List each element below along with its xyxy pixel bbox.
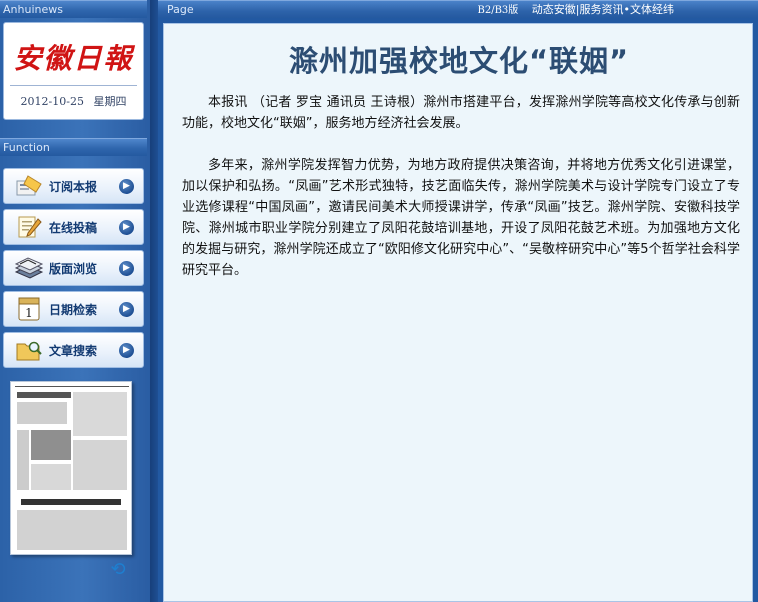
function-menu: 订阅本报 ▶ 在线投稿 ▶ 版面浏览 ▶ 1 日期检索 ▶ 文章搜索 ▶ <box>3 156 144 376</box>
arrow-right-icon: ▶ <box>119 301 134 317</box>
left-header-label: Anhuinews <box>3 3 63 16</box>
func-item-subscribe[interactable]: 订阅本报 ▶ <box>3 168 144 204</box>
issue-date: 2012-10-25 <box>20 95 84 108</box>
func-label-browse: 版面浏览 <box>49 261 98 276</box>
func-label-subscribe: 订阅本报 <box>49 179 98 194</box>
issue-date-row: 2012-10-25 星期四 <box>4 93 143 109</box>
func-item-browse[interactable]: 版面浏览 ▶ <box>3 250 144 286</box>
func-item-date-search[interactable]: 1 日期检索 ▶ <box>3 291 144 327</box>
thumbnail-headline-bar <box>21 499 121 505</box>
newspaper-logo: 安徽日報 <box>13 42 134 75</box>
article-paragraph: 多年来，滁州学院发挥智力优势，为地方政府提供决策咨询，并将地方优秀文化引进课堂，… <box>182 158 740 278</box>
section-links[interactable]: 动态安徽|服务资讯•文体经纬 <box>532 3 674 16</box>
function-header: Function <box>0 138 147 156</box>
refresh-icon[interactable]: ⟲ <box>108 560 128 580</box>
func-label-submit: 在线投稿 <box>49 220 98 235</box>
func-label-article-search: 文章搜索 <box>49 343 98 358</box>
pencil-paper-icon <box>14 213 44 241</box>
function-header-label: Function <box>3 141 50 154</box>
svg-text:1: 1 <box>25 306 33 320</box>
masthead-divider <box>10 85 137 86</box>
article-paragraph: 本报讯 （记者 罗宝 通讯员 王诗根）滁州市搭建平台，发挥滁州学院等高校文化传承… <box>182 95 740 131</box>
article-body: 本报讯 （记者 罗宝 通讯员 王诗根）滁州市搭建平台，发挥滁州学院等高校文化传承… <box>182 92 740 302</box>
page-topbar: Page B2/B3版 动态安徽|服务资讯•文体经纬 <box>158 0 758 18</box>
masthead[interactable]: 安徽日報 2012-10-25 星期四 <box>3 22 144 120</box>
calendar-icon: 1 <box>14 295 44 323</box>
arrow-right-icon: ▶ <box>119 342 134 358</box>
page-thumbnail[interactable] <box>10 381 132 555</box>
arrow-right-icon: ▶ <box>119 178 134 194</box>
folder-search-icon <box>14 336 44 364</box>
newspaper-subscribe-icon <box>14 172 44 200</box>
article-panel: 滁州加强校地文化“联姻” 本报讯 （记者 罗宝 通讯员 王诗根）滁州市搭建平台，… <box>163 23 753 602</box>
edition-number: B2/B3版 <box>477 5 519 16</box>
func-item-submit[interactable]: 在线投稿 ▶ <box>3 209 144 245</box>
topbar-label: Page <box>167 3 194 16</box>
issue-weekday: 星期四 <box>93 95 127 108</box>
stacked-pages-icon <box>14 254 44 282</box>
content-frame: 滁州加强校地文化“联姻” 本报讯 （记者 罗宝 通讯员 王诗根）滁州市搭建平台，… <box>158 18 758 602</box>
column-gutter <box>150 0 158 602</box>
arrow-right-icon: ▶ <box>119 219 134 235</box>
article-title: 滁州加强校地文化“联姻” <box>288 44 630 78</box>
func-item-article-search[interactable]: 文章搜索 ▶ <box>3 332 144 368</box>
func-label-date-search: 日期检索 <box>49 302 98 317</box>
arrow-right-icon: ▶ <box>119 260 134 276</box>
left-header: Anhuinews <box>0 0 147 18</box>
